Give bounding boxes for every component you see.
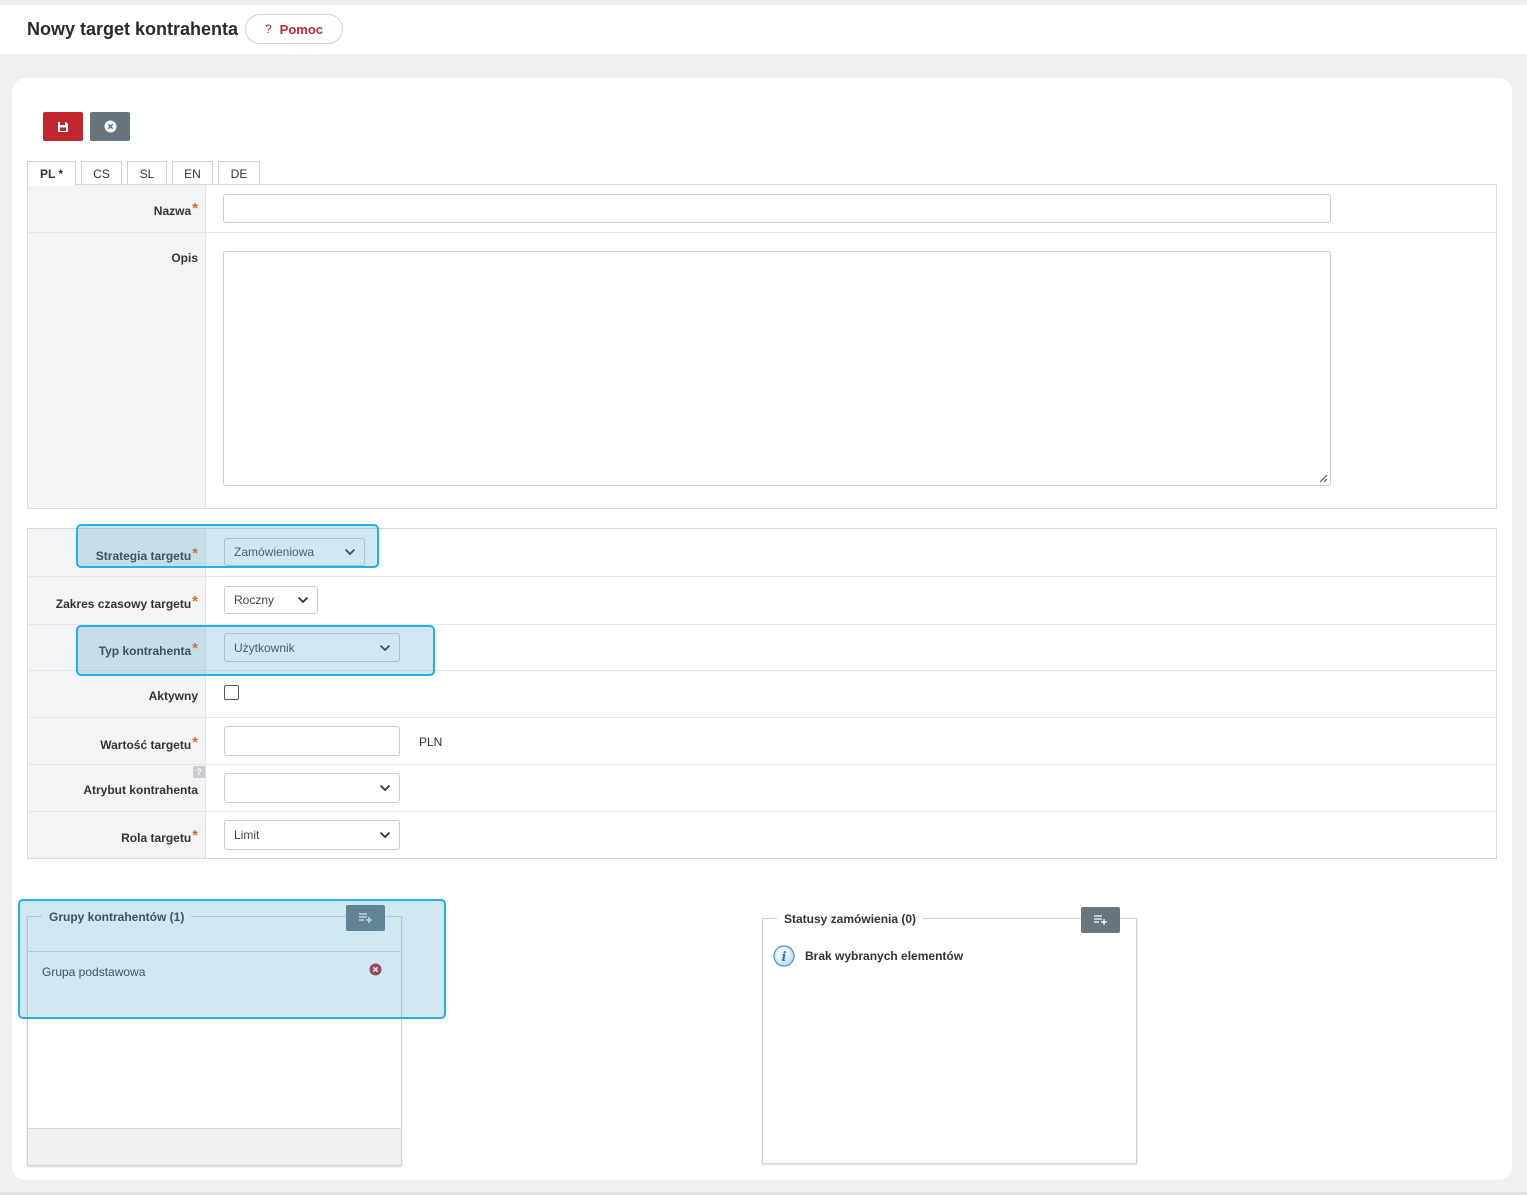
info-icon: i — [773, 945, 795, 967]
chevron-down-icon — [379, 784, 391, 792]
tab-cs[interactable]: CS — [81, 161, 122, 185]
resize-handle-icon[interactable] — [1319, 474, 1328, 483]
save-icon — [58, 121, 68, 132]
chevron-down-icon — [297, 596, 309, 604]
form-card: PL * CS SL EN DE Nazwa* Opis Strategia t… — [12, 78, 1512, 1180]
tab-pl[interactable]: PL * — [27, 161, 76, 186]
tab-de[interactable]: DE — [218, 161, 260, 185]
time-range-row: Zakres czasowy targetu* Roczny — [28, 577, 1496, 625]
order-statuses-legend: Statusy zamówienia (0) — [777, 912, 924, 926]
order-statuses-box: i Brak wybranych elementów — [762, 918, 1137, 1164]
close-circle-icon — [104, 120, 116, 133]
customer-attribute-row: ? Atrybut kontrahenta — [28, 765, 1496, 812]
currency-label: PLN — [419, 735, 443, 749]
box-footer — [28, 1128, 401, 1165]
target-value-input[interactable] — [224, 726, 400, 756]
help-label: Pomoc — [279, 21, 324, 37]
chevron-down-icon — [379, 831, 391, 839]
customer-attribute-select[interactable] — [224, 773, 400, 803]
name-input[interactable] — [223, 194, 1331, 223]
add-status-button[interactable] — [1081, 907, 1120, 933]
name-row: Nazwa* — [28, 185, 1496, 233]
tab-sl[interactable]: SL — [127, 161, 167, 185]
active-label: Aktywny — [148, 689, 198, 703]
target-value-label: Wartość targetu* — [100, 734, 198, 752]
description-textarea[interactable] — [223, 251, 1331, 486]
empty-text: Brak wybranych elementów — [805, 949, 964, 963]
description-label: Opis — [171, 251, 198, 265]
active-row: Aktywny — [28, 671, 1496, 718]
help-hint-icon[interactable]: ? — [193, 766, 205, 778]
active-checkbox[interactable] — [224, 685, 239, 700]
language-tabs: PL * CS SL EN DE — [27, 161, 265, 186]
question-icon: ? — [264, 22, 272, 36]
target-role-value: Limit — [234, 828, 260, 842]
highlight-customer-groups — [18, 899, 446, 1019]
name-label: Nazwa* — [153, 200, 198, 218]
description-row: Opis — [28, 233, 1496, 509]
target-role-select[interactable]: Limit — [224, 820, 400, 850]
highlight-customer-type — [76, 625, 435, 676]
target-role-label: Rola targetu* — [121, 827, 198, 845]
page-header: Nowy target kontrahenta ? Pomoc — [0, 5, 1527, 54]
basic-info-panel: Nazwa* Opis — [27, 184, 1497, 509]
target-role-row: Rola targetu* Limit — [28, 812, 1496, 859]
playlist-add-icon — [1093, 915, 1107, 925]
tab-en[interactable]: EN — [172, 161, 213, 185]
page-title: Nowy target kontrahenta — [27, 19, 239, 39]
save-button[interactable] — [43, 112, 83, 141]
target-value-row: Wartość targetu* PLN — [28, 718, 1496, 765]
time-range-label: Zakres czasowy targetu* — [55, 593, 198, 611]
time-range-select[interactable]: Roczny — [224, 586, 318, 614]
customer-attribute-label: Atrybut kontrahenta — [83, 783, 198, 797]
target-details-panel: Strategia targetu* Zamówieniowa Zakres c… — [27, 528, 1497, 859]
cancel-button[interactable] — [90, 112, 130, 141]
help-button[interactable]: ? Pomoc — [245, 14, 343, 44]
time-range-value: Roczny — [234, 593, 275, 607]
highlight-strategy — [76, 524, 379, 568]
svg-text:i: i — [782, 950, 787, 965]
